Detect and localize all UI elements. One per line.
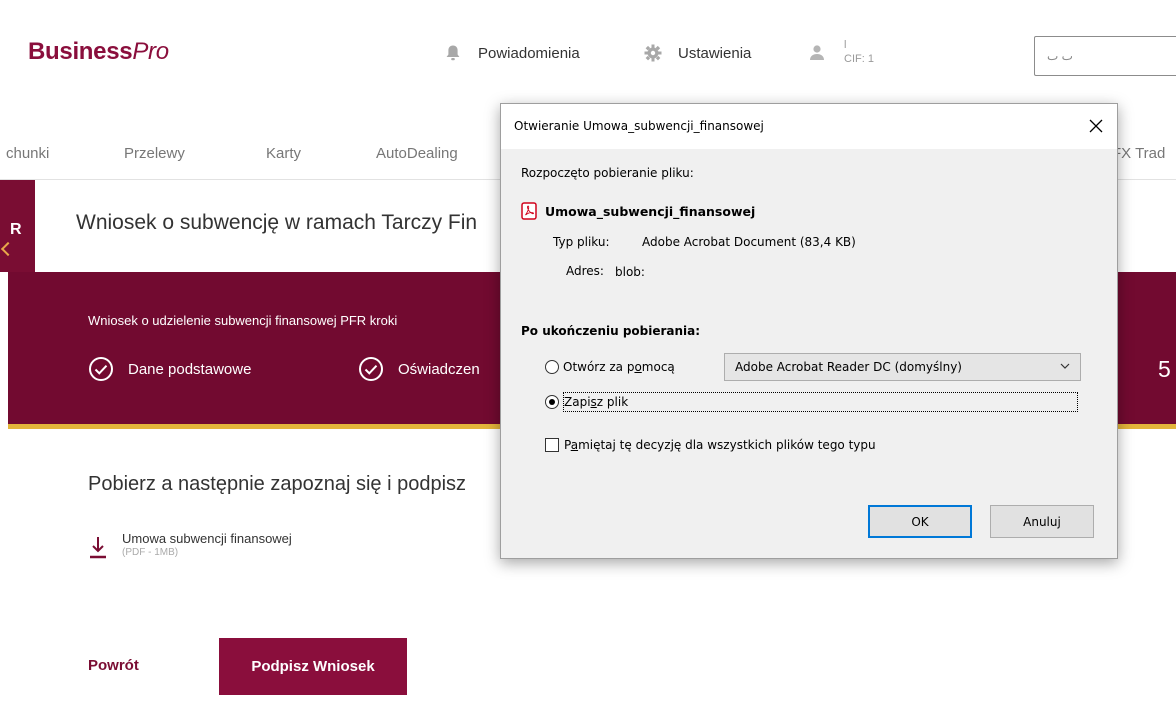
side-tab-label: R: [10, 221, 22, 238]
pdf-file-icon: [521, 202, 537, 220]
gear-icon: [644, 44, 662, 62]
logo-bold-text: Business: [28, 38, 133, 65]
open-with-text-a: Otwórz za p: [563, 360, 635, 374]
file-open-dialog: Otwieranie Umowa_subwencji_finansowej Ro…: [500, 103, 1118, 559]
check-circle-icon: [359, 357, 383, 381]
remember-accel: a: [570, 438, 579, 452]
file-type-value: Adobe Acrobat Document (83,4 KB): [642, 235, 856, 249]
open-with-label[interactable]: Otwórz za pomocą: [563, 360, 675, 374]
step-number: 5: [1158, 356, 1171, 382]
after-download-label: Po ukończeniu pobierania:: [521, 324, 701, 338]
steps-title: Wniosek o udzielenie subwencji finansowe…: [88, 313, 398, 328]
notifications-link[interactable]: Powiadomienia: [444, 44, 580, 62]
file-address-value: blob:: [615, 265, 645, 279]
nav-item-transfers[interactable]: Przelewy: [124, 145, 185, 162]
download-file-meta: (PDF - 1MB): [122, 547, 179, 558]
sign-application-button[interactable]: Podpisz Wniosek: [219, 638, 407, 695]
remember-decision-label[interactable]: Pamiętaj tę decyzję dla wszystkich plikó…: [564, 438, 876, 452]
step-declarations[interactable]: Oświadczen: [358, 356, 480, 382]
nav-item-cards[interactable]: Karty: [266, 145, 301, 162]
file-address-label: Adres:: [566, 264, 604, 278]
dialog-file-name: Umowa_subwencji_finansowej: [545, 203, 756, 219]
remember-text-b: miętaj tę decyzję dla wszystkich plików …: [578, 438, 876, 452]
step-basic-data[interactable]: Dane podstawowe: [88, 356, 251, 382]
remember-text-a: P: [564, 438, 571, 452]
application-select-value: Adobe Acrobat Reader DC (domyślny): [735, 360, 962, 374]
logo-italic-text: Pro: [132, 38, 169, 65]
save-text-b: z plik: [596, 395, 629, 409]
company-select-value: ٮ‌ ٮ: [1047, 49, 1073, 63]
remember-decision-checkbox[interactable]: [545, 438, 559, 452]
pfr-side-tab[interactable]: R: [0, 180, 35, 272]
chevron-left-icon: [0, 241, 16, 257]
file-row: Umowa_subwencji_finansowej: [521, 202, 755, 220]
save-file-radio[interactable]: [545, 395, 559, 409]
top-header: BusinessPro Powiadomienia Ustawienia l C…: [0, 0, 1176, 110]
content-title: Pobierz a następnie zapoznaj się i podpi…: [88, 473, 467, 495]
download-icon: [90, 537, 106, 559]
step-label: Dane podstawowe: [128, 360, 252, 378]
focus-outline: [563, 392, 1078, 412]
file-type-label: Typ pliku:: [553, 235, 610, 249]
save-text-a: Zapi: [564, 395, 591, 409]
user-cif: CIF: 1: [844, 53, 874, 65]
step-label: Oświadczen: [398, 360, 480, 378]
company-select[interactable]: ٮ‌ ٮ: [1034, 36, 1176, 76]
ok-button[interactable]: OK: [868, 505, 972, 538]
back-link[interactable]: Powrót: [88, 657, 139, 674]
application-select[interactable]: Adobe Acrobat Reader DC (domyślny): [724, 353, 1081, 381]
user-name: l: [844, 39, 847, 51]
dialog-title: Otwieranie Umowa_subwencji_finansowej: [514, 119, 764, 133]
nav-item-fx-trader[interactable]: FX Trad: [1112, 145, 1165, 162]
close-icon[interactable]: [1083, 113, 1109, 139]
download-file-name: Umowa subwencji finansowej: [122, 531, 292, 546]
dialog-titlebar[interactable]: Otwieranie Umowa_subwencji_finansowej: [501, 104, 1117, 149]
download-agreement-link[interactable]: Umowa subwencji finansowej (PDF - 1MB): [88, 531, 292, 563]
nav-item-autodealing[interactable]: AutoDealing: [376, 145, 458, 162]
chevron-down-icon: [1060, 363, 1070, 369]
download-started-text: Rozpoczęto pobieranie pliku:: [521, 166, 694, 180]
save-file-label[interactable]: Zapisz plik: [564, 395, 628, 409]
user-menu[interactable]: l CIF: 1: [808, 38, 874, 66]
open-with-text-b: mocą: [641, 360, 675, 374]
bell-icon: [446, 45, 460, 61]
settings-link[interactable]: Ustawienia: [644, 44, 751, 62]
check-circle-icon: [89, 357, 113, 381]
nav-item-accounts[interactable]: chunki: [6, 145, 49, 162]
app-logo[interactable]: BusinessPro: [28, 38, 169, 66]
user-icon: [810, 45, 824, 60]
settings-label: Ustawienia: [678, 44, 752, 62]
cancel-button[interactable]: Anuluj: [990, 505, 1094, 538]
open-with-radio[interactable]: [545, 360, 559, 374]
notifications-label: Powiadomienia: [478, 44, 580, 62]
open-with-accel: o: [634, 360, 642, 374]
page-title: Wniosek o subwencję w ramach Tarczy Fin: [76, 211, 478, 234]
